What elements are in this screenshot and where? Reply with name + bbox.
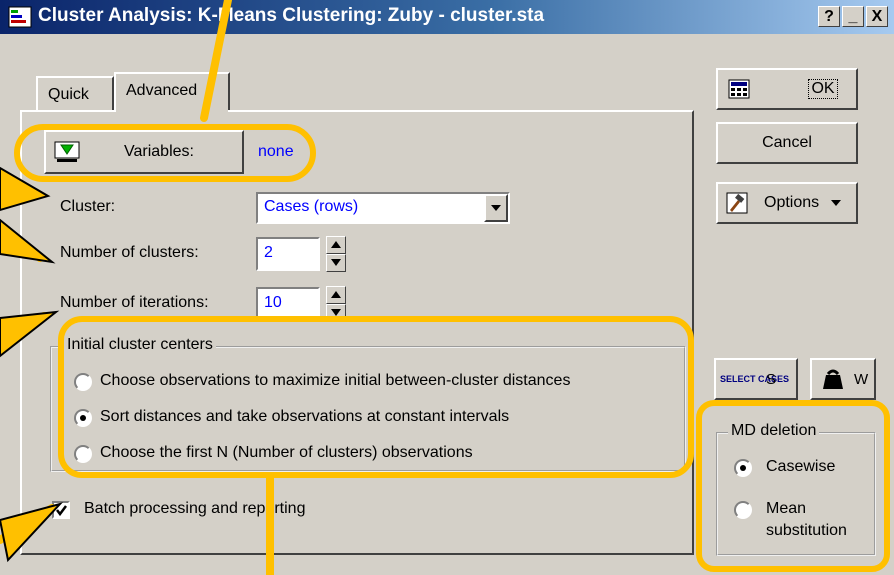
arrowhead-num-clusters: [0, 218, 56, 264]
arrow-variables: [200, 0, 232, 122]
arrowhead-batch: [0, 502, 64, 563]
annotation-arrows: [0, 0, 274, 575]
dialog-window: Cluster Analysis: K-Means Clustering: Zu…: [0, 0, 894, 575]
arrowhead-num-iterations: [0, 310, 60, 358]
arrowhead-cluster: [0, 166, 51, 212]
